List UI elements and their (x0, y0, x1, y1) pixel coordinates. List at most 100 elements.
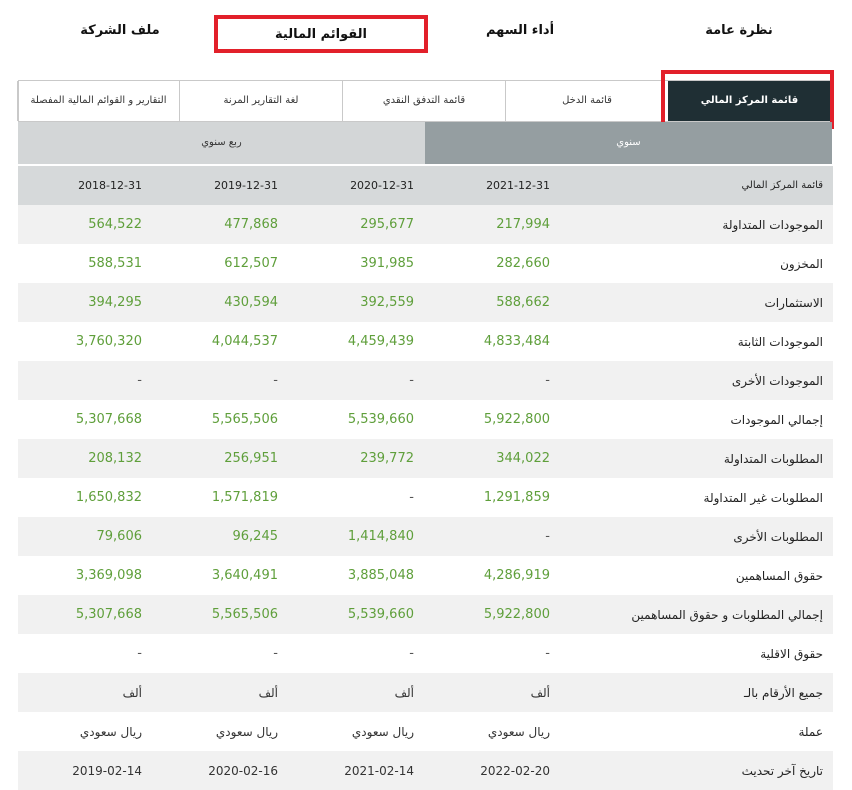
column-date: 2021-12-31 (426, 166, 562, 205)
table-cell-value: - (426, 361, 562, 400)
table-cell-value: 394,295 (18, 283, 154, 322)
table-cell-value: 2019-02-14 (18, 751, 154, 790)
table-cell-value: 391,985 (290, 244, 426, 283)
table-row-label: الموجودات المتداولة (562, 205, 833, 244)
table-cell-value: 564,522 (18, 205, 154, 244)
table-row-label: الموجودات الثابتة (562, 322, 833, 361)
table-row-label: الاستثمارات (562, 283, 833, 322)
table-row-label: جميع الأرقام بالـ (562, 673, 833, 712)
table-cell-value: - (18, 361, 154, 400)
table-cell-value: 4,833,484 (426, 322, 562, 361)
table-row: 3,760,320 4,044,537 4,459,439 4,833,484 المو… (18, 322, 833, 361)
table-row: 2019-02-14 2020-02-16 2021-02-14 2022-02-20… (18, 751, 833, 790)
table-row: - - - - حقوق الاقلية (18, 634, 833, 673)
table-cell-value: 5,565,506 (154, 595, 290, 634)
table-cell-value: 256,951 (154, 439, 290, 478)
tab-overview[interactable]: نظرة عامة (664, 0, 814, 62)
table-cell-value: 5,307,668 (18, 400, 154, 439)
table-cell-value: 3,760,320 (18, 322, 154, 361)
table-cell-value: 612,507 (154, 244, 290, 283)
table-cell-value: 2021-02-14 (290, 751, 426, 790)
table-row: 3,369,098 3,640,491 3,885,048 4,286,919 حقوق… (18, 556, 833, 595)
table-cell-value: 5,539,660 (290, 400, 426, 439)
table-cell-value: 588,662 (426, 283, 562, 322)
table-header-row: 2018-12-31 2019-12-31 2020-12-31 2021-12… (18, 166, 833, 205)
table-cell-value: 5,565,506 (154, 400, 290, 439)
table-row: 5,307,668 5,565,506 5,539,660 5,922,800 إجما… (18, 400, 833, 439)
table-row-label: المخزون (562, 244, 833, 283)
table-cell-value: 5,539,660 (290, 595, 426, 634)
table-row: 588,531 612,507 391,985 282,660 المخزون (18, 244, 833, 283)
table-cell-value: ألف (426, 673, 562, 712)
table-cell-value: 1,291,859 (426, 478, 562, 517)
table-cell-value: - (154, 634, 290, 673)
table-cell-value: 588,531 (18, 244, 154, 283)
table-cell-value: 5,307,668 (18, 595, 154, 634)
subtab-balance-sheet[interactable]: قائمة المركز المالي (668, 81, 831, 121)
subtab-xbrl[interactable]: لغة التقارير المرنة (179, 81, 342, 121)
table-cell-value: 430,594 (154, 283, 290, 322)
table-row-label: تاريخ آخر تحديث (562, 751, 833, 790)
tab-stock-performance[interactable]: أداء السهم (445, 0, 595, 62)
tab-financial-statements[interactable]: القوائم المالية (214, 15, 428, 53)
period-annual-button[interactable]: سنوي (425, 122, 832, 164)
table-row: - - - - الموجودات الأخرى (18, 361, 833, 400)
period-toggle: سنوي ربع سنوي (18, 122, 832, 164)
table-row: 564,522 477,868 295,677 217,994 الموجودات ال… (18, 205, 833, 244)
table-cell-value: 5,922,800 (426, 595, 562, 634)
table-row: 208,132 256,951 239,772 344,022 المطلوبات ال… (18, 439, 833, 478)
table-cell-value: ألف (290, 673, 426, 712)
table-row: 79,606 96,245 1,414,840- المطلوبات الأخرى (18, 517, 833, 556)
table-row: ألف ألف ألف ألف جميع الأرقام بالـ (18, 673, 833, 712)
table-row: 394,295 430,594 392,559 588,662 الاستثمارات (18, 283, 833, 322)
table-cell-value: - (426, 634, 562, 673)
balance-sheet-table: 2018-12-31 2019-12-31 2020-12-31 2021-12… (18, 166, 833, 790)
table-cell-value: 2020-02-16 (154, 751, 290, 790)
table-cell-value: 4,286,919 (426, 556, 562, 595)
tab-company-profile[interactable]: ملف الشركة (45, 0, 195, 62)
table-cell-value: 96,245 (154, 517, 290, 556)
table-cell-value: ألف (18, 673, 154, 712)
table-row-label: المطلوبات الأخرى (562, 517, 833, 556)
table-cell-value: 1,414,840 (290, 517, 426, 556)
table-cell-value: 79,606 (18, 517, 154, 556)
table-row-label: الموجودات الأخرى (562, 361, 833, 400)
table-cell-value: - (290, 478, 426, 517)
subtab-income-statement[interactable]: قائمة الدخل (505, 81, 668, 121)
table-cell-value: ريال سعودي (426, 712, 562, 751)
table-row-label: إجمالي المطلوبات و حقوق المساهمين (562, 595, 833, 634)
table-cell-value: 3,640,491 (154, 556, 290, 595)
table-cell-value: 208,132 (18, 439, 154, 478)
table-cell-value: - (290, 361, 426, 400)
table-cell-value: ألف (154, 673, 290, 712)
table-cell-value: 4,044,537 (154, 322, 290, 361)
top-tab-bar: نظرة عامة أداء السهم القوائم المالية ملف… (0, 0, 852, 62)
table-row-label: حقوق الاقلية (562, 634, 833, 673)
table-cell-value: 392,559 (290, 283, 426, 322)
table-row-label: المطلوبات المتداولة (562, 439, 833, 478)
table-row: ريال سعودي ريال سعودي ريال سعودي ريال سعودي… (18, 712, 833, 751)
table-row: 1,650,832 1,571,819-1,291,859 المطلوبات غي… (18, 478, 833, 517)
column-date: 2019-12-31 (154, 166, 290, 205)
table-row-label: حقوق المساهمين (562, 556, 833, 595)
table-cell-value: 295,677 (290, 205, 426, 244)
column-date: 2020-12-31 (290, 166, 426, 205)
table-row: 5,307,668 5,565,506 5,539,660 5,922,800 إجما… (18, 595, 833, 634)
table-header-label: قائمة المركز المالي (562, 166, 833, 205)
table-cell-value: 282,660 (426, 244, 562, 283)
table-cell-value: ريال سعودي (154, 712, 290, 751)
table-cell-value: 477,868 (154, 205, 290, 244)
table-cell-value: 3,885,048 (290, 556, 426, 595)
table-cell-value: 1,650,832 (18, 478, 154, 517)
table-row-label: عملة (562, 712, 833, 751)
period-quarterly-button[interactable]: ربع سنوي (18, 122, 425, 164)
table-cell-value: 344,022 (426, 439, 562, 478)
subtab-cash-flow[interactable]: قائمة التدفق النقدي (342, 81, 505, 121)
table-cell-value: - (290, 634, 426, 673)
table-cell-value: - (154, 361, 290, 400)
subtab-detailed-reports[interactable]: التقارير و القوائم المالية المفصلة (17, 81, 179, 121)
table-cell-value: 4,459,439 (290, 322, 426, 361)
table-cell-value: - (18, 634, 154, 673)
table-cell-value: 1,571,819 (154, 478, 290, 517)
table-cell-value: 239,772 (290, 439, 426, 478)
